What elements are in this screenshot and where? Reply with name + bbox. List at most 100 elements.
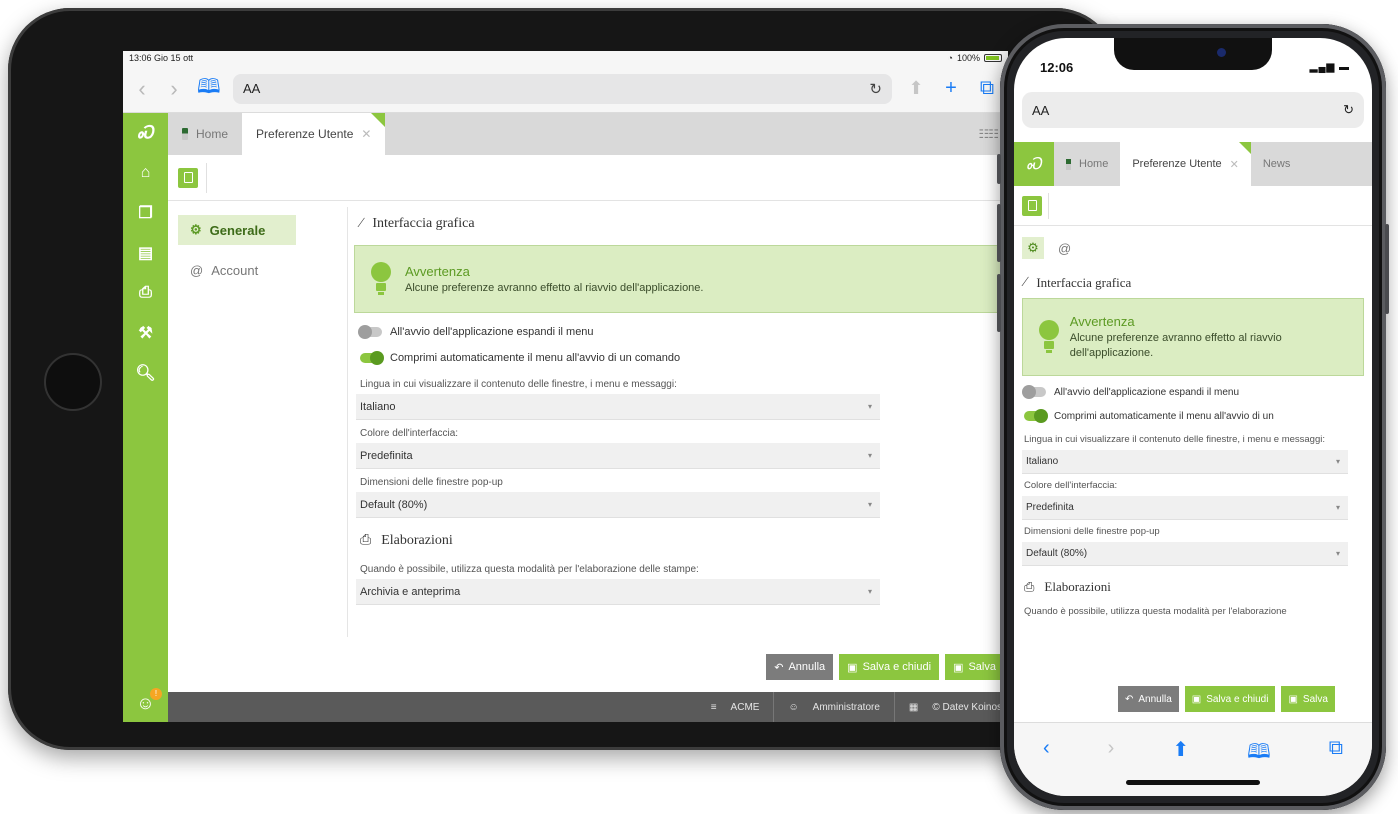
button-label: Salva e chiudi [1206, 693, 1269, 705]
reader-text-size-button[interactable]: AA [243, 81, 260, 96]
toggle-switch-collapse-menu[interactable] [360, 351, 384, 365]
tab-strip: Home Preferenze Utente ✕ ☷☷ [168, 113, 1008, 155]
select-value: Default (80%) [1026, 548, 1088, 559]
tab-news[interactable]: News [1251, 142, 1303, 186]
bookmarks-icon[interactable]: 🕮 [1247, 737, 1271, 796]
app-window: Ꮝ ⌂ ❐ ▤ ⎙ ⚒ 🔍︎ ! ☺ Home Preferenze Utent… [123, 113, 1008, 722]
tools-icon[interactable]: ⚒ [123, 313, 168, 353]
preferences-content: ∕ Interfaccia grafica Avvertenza Alcune … [1014, 270, 1372, 618]
print-mode-select[interactable]: Archivia e anteprima ▾ [356, 579, 880, 605]
gear-icon: ⚙ [190, 222, 202, 237]
gear-icon[interactable]: ⚙ [1022, 237, 1044, 259]
at-icon[interactable]: @ [1058, 241, 1071, 256]
tab-home[interactable]: Home [168, 113, 242, 155]
reload-icon[interactable]: ↻ [869, 80, 882, 98]
home-icon[interactable]: ⌂ [123, 153, 168, 193]
user-name[interactable]: Amministratore [813, 702, 880, 713]
share-icon[interactable]: ⬆ [906, 78, 926, 99]
printer-icon[interactable]: ⎙ [123, 273, 168, 313]
tablet-home-button [44, 353, 102, 411]
documents-icon[interactable]: ❐ [123, 193, 168, 233]
save-button[interactable]: ▣ Salva [1281, 686, 1335, 712]
color-select[interactable]: Predefinita ▾ [356, 443, 880, 469]
cancel-button[interactable]: ↶ Annulla [766, 654, 834, 680]
preferences-nav: ⚙ Generale @ Account [178, 215, 296, 295]
toggle-switch-expand-menu[interactable] [1022, 385, 1046, 399]
safari-toolbar: ‹ › 🕮 AA ↻ ⬆ + ⧉ [123, 65, 1008, 113]
app-logo-icon[interactable]: Ꮝ [123, 113, 168, 153]
save-icon: ▣ [1288, 693, 1298, 705]
company-name[interactable]: ACME [731, 702, 760, 713]
save-and-close-button[interactable]: ▣ Salva e chiudi [839, 654, 940, 680]
forward-icon[interactable]: › [165, 76, 183, 102]
share-icon[interactable]: ⬆ [1172, 737, 1189, 796]
save-and-close-button[interactable]: ▣ Salva e chiudi [1184, 686, 1276, 712]
toggle-row-expand: All'avvio dell'applicazione espandi il m… [354, 319, 1004, 345]
section-title: Elaborazioni [1044, 579, 1111, 594]
popup-size-select[interactable]: Default (80%) ▾ [1022, 542, 1348, 566]
tab-label: Home [1079, 158, 1109, 170]
form-action-button[interactable] [178, 167, 198, 188]
chevron-down-icon: ▾ [867, 451, 872, 460]
warning-box: Avvertenza Alcune preferenze avranno eff… [1022, 298, 1364, 376]
wifi-icon: ◔ [947, 53, 953, 63]
section-heading-ui: ∕ Interfaccia grafica [354, 209, 1004, 239]
nav-item-account[interactable]: @ Account [178, 255, 296, 285]
tab-preferenze-utente[interactable]: Preferenze Utente ✕ [242, 113, 386, 155]
reload-icon[interactable]: ↻ [1343, 102, 1354, 118]
nav-item-label: Account [211, 262, 259, 278]
save-icon: ▣ [847, 661, 858, 674]
divider [206, 162, 207, 193]
divider [347, 207, 348, 637]
nav-item-generale[interactable]: ⚙ Generale [178, 215, 296, 245]
home-indicator[interactable] [1126, 780, 1260, 785]
close-icon[interactable]: ✕ [1230, 158, 1239, 171]
tabs-overview-icon[interactable]: ⧉ [1329, 737, 1343, 796]
brush-icon: ∕ [1024, 275, 1027, 290]
bookmarks-icon[interactable]: 🕮 [197, 72, 221, 106]
preferences-content: ∕ Interfaccia grafica Avvertenza Alcune … [354, 209, 1004, 605]
save-button[interactable]: ▣ Salva [945, 654, 1004, 680]
new-tab-icon[interactable]: + [940, 77, 962, 100]
address-bar[interactable]: AA ↻ [1022, 92, 1364, 128]
save-icon: ▣ [1191, 693, 1202, 705]
address-bar[interactable]: AA ↻ [233, 73, 892, 104]
chevron-down-icon: ▾ [1335, 503, 1340, 512]
toggle-switch-expand-menu[interactable] [358, 325, 382, 339]
divider [1048, 192, 1049, 219]
app-main: Home Preferenze Utente ✕ ☷☷ ⚙ Generale @… [168, 113, 1008, 722]
calendar-icon: ▦ [908, 701, 919, 713]
color-select[interactable]: Predefinita ▾ [1022, 496, 1348, 520]
forward-icon[interactable]: › [1108, 737, 1115, 796]
language-select[interactable]: Italiano ▾ [356, 394, 880, 420]
table-icon[interactable]: ▤ [123, 233, 168, 273]
form-toolbar [1014, 186, 1372, 226]
tablet-device: 13:06 Gio 15 ott ◔ 100% ‹ › 🕮 AA ↻ ⬆ + ⧉… [8, 8, 1118, 750]
app-logo-icon[interactable]: Ꮝ [1014, 142, 1054, 186]
grid-menu-icon[interactable]: ☷☷ [978, 127, 998, 141]
search-icon[interactable]: 🔍︎ [123, 353, 168, 393]
close-icon[interactable]: ✕ [361, 127, 371, 141]
select-value: Archivia e anteprima [360, 585, 461, 598]
reader-text-size-button[interactable]: AA [1032, 103, 1049, 118]
tab-home[interactable]: Home [1054, 142, 1120, 186]
undo-icon: ↶ [774, 661, 784, 674]
copyright-text: © Datev Koinos [932, 701, 1002, 713]
phone-notch [1114, 38, 1272, 70]
back-icon[interactable]: ‹ [1043, 737, 1050, 796]
language-select[interactable]: Italiano ▾ [1022, 450, 1348, 474]
home-flag-icon [1066, 158, 1071, 170]
toggle-row-expand: All'avvio dell'applicazione espandi il m… [1022, 380, 1364, 404]
back-icon[interactable]: ‹ [133, 76, 151, 102]
button-label: Salva e chiudi [862, 661, 932, 673]
toggle-switch-collapse-menu[interactable] [1024, 409, 1048, 423]
form-action-button[interactable] [1022, 195, 1042, 216]
section-title: Interfaccia grafica [1036, 275, 1132, 290]
tabs-overview-icon[interactable]: ⧉ [976, 77, 998, 100]
tab-preferenze-utente[interactable]: Preferenze Utente ✕ [1120, 142, 1251, 186]
popup-size-select[interactable]: Default (80%) ▾ [356, 492, 880, 518]
cancel-button[interactable]: ↶ Annulla [1118, 686, 1179, 712]
warning-message: Alcune preferenze avranno effetto al ria… [405, 282, 704, 294]
user-icon[interactable]: ☺ [123, 693, 168, 714]
color-label: Colore dell'interfaccia: [360, 428, 459, 439]
